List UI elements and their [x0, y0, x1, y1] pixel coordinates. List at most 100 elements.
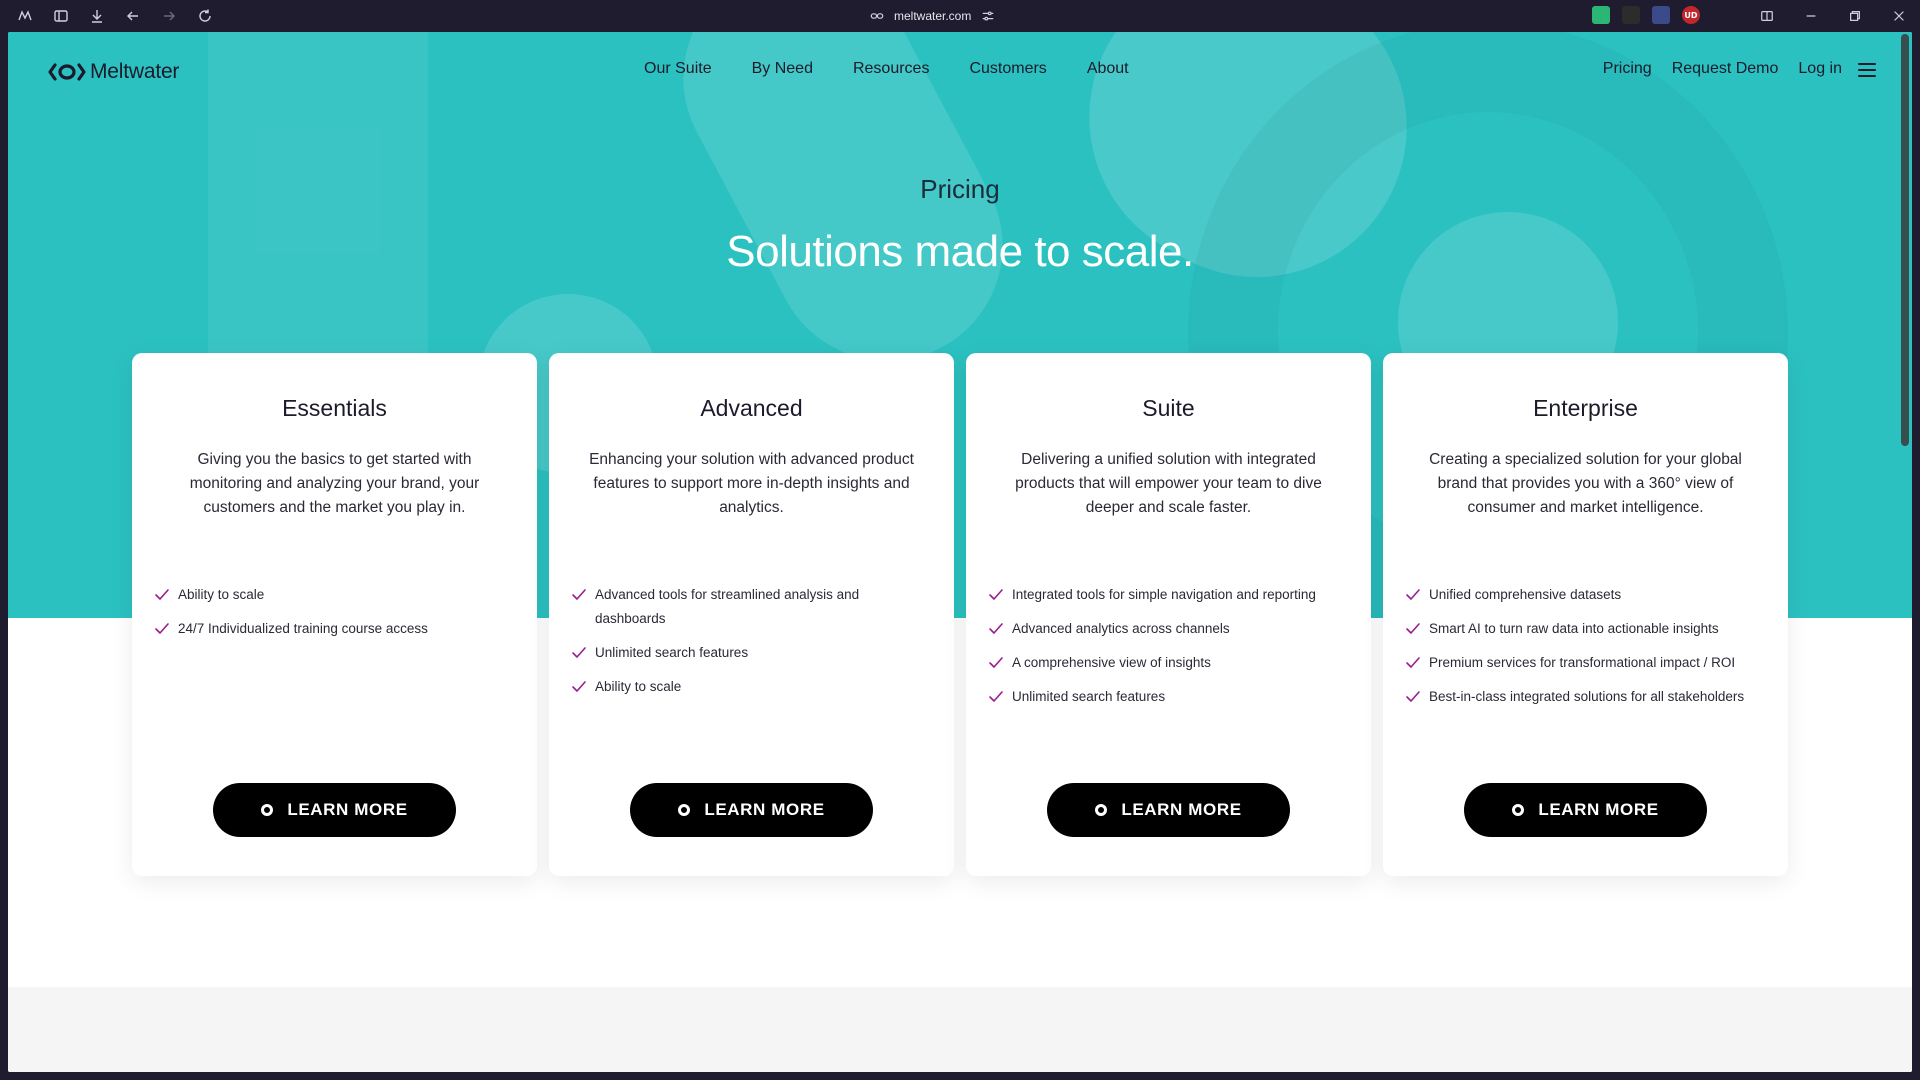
plan-title: Essentials: [282, 395, 387, 421]
feature-text: Smart AI to turn raw data into actionabl…: [1429, 621, 1719, 636]
feature-text: Premium services for transformational im…: [1429, 655, 1736, 670]
circle-icon: [1095, 804, 1108, 816]
utility-nav: Pricing Request Demo Log in: [1603, 60, 1842, 78]
feature-list: Advanced tools for streamlined analysis …: [571, 583, 924, 709]
sidebar-toggle-icon[interactable]: [50, 5, 72, 27]
hero-decoration: [642, 32, 1044, 402]
checkmark-icon: [155, 589, 169, 600]
feature-list: Ability to scale 24/7 Individualized trai…: [154, 583, 507, 651]
feature-item: Unlimited search features: [988, 685, 1341, 709]
footer-strip: [8, 987, 1912, 1072]
feature-item: Ability to scale: [571, 675, 924, 699]
mail-extension-icon[interactable]: [1592, 6, 1610, 24]
hamburger-menu-icon[interactable]: [1858, 63, 1876, 77]
feature-text: Integrated tools for simple navigation a…: [1012, 587, 1316, 602]
checkmark-icon: [989, 657, 1003, 668]
page-eyebrow: Pricing: [920, 174, 1000, 204]
checkmark-icon: [1406, 657, 1420, 668]
restore-icon[interactable]: [1844, 5, 1866, 27]
nav-our-suite[interactable]: Our Suite: [644, 60, 712, 78]
nav-about[interactable]: About: [1087, 60, 1129, 78]
feature-item: Ability to scale: [154, 583, 507, 607]
reload-icon[interactable]: [194, 5, 216, 27]
feature-item: Advanced tools for streamlined analysis …: [571, 583, 924, 631]
spy-extension-icon[interactable]: [1652, 6, 1670, 24]
feature-item: 24/7 Individualized training course acce…: [154, 617, 507, 641]
site-settings-icon[interactable]: [981, 9, 995, 23]
plan-card-suite: Suite Delivering a unified solution with…: [966, 353, 1371, 876]
extensions-bar: UD: [1592, 6, 1700, 24]
close-icon[interactable]: [1888, 5, 1910, 27]
learn-more-button[interactable]: LEARN MORE: [213, 783, 456, 837]
back-arrow-icon[interactable]: [122, 5, 144, 27]
nav-customers[interactable]: Customers: [969, 60, 1046, 78]
feature-item: Premium services for transformational im…: [1405, 651, 1758, 675]
feature-item: Unlimited search features: [571, 641, 924, 665]
nav-pricing[interactable]: Pricing: [1603, 60, 1652, 78]
feature-text: Ability to scale: [178, 587, 265, 602]
feature-text: Unified comprehensive datasets: [1429, 587, 1622, 602]
feature-text: Best-in-class integrated solutions for a…: [1429, 689, 1745, 704]
plan-card-advanced: Advanced Enhancing your solution with ad…: [549, 353, 954, 876]
ublock-icon[interactable]: UD: [1682, 6, 1700, 24]
checkmark-icon: [1406, 589, 1420, 600]
feature-item: Best-in-class integrated solutions for a…: [1405, 685, 1758, 709]
dark-extension-icon[interactable]: [1622, 6, 1640, 24]
plan-description: Creating a specialized solution for your…: [1429, 451, 1742, 516]
feature-item: Smart AI to turn raw data into actionabl…: [1405, 617, 1758, 641]
forward-arrow-icon[interactable]: [158, 5, 180, 27]
address-bar[interactable]: meltwater.com: [870, 6, 1030, 26]
feature-item: A comprehensive view of insights: [988, 651, 1341, 675]
plan-title: Suite: [1142, 395, 1195, 421]
feature-text: Advanced analytics across channels: [1012, 621, 1230, 636]
browser-toolbar: meltwater.com UD: [0, 0, 1920, 32]
minimize-icon[interactable]: [1800, 5, 1822, 27]
scrollbar-thumb[interactable]: [1901, 34, 1909, 446]
plan-card-enterprise: Enterprise Creating a specialized soluti…: [1383, 353, 1788, 876]
circle-icon: [261, 804, 274, 816]
logo-text: Meltwater: [90, 60, 180, 83]
checkmark-icon: [155, 623, 169, 634]
page-title: Solutions made to scale.: [726, 227, 1194, 276]
main-nav: Our Suite By Need Resources Customers Ab…: [644, 60, 1129, 78]
page-viewport: Meltwater Our Suite By Need Resources Cu…: [8, 32, 1912, 1072]
checkmark-icon: [1406, 691, 1420, 702]
plan-description: Delivering a unified solution with integ…: [1015, 451, 1322, 516]
checkmark-icon: [572, 647, 586, 658]
url-text[interactable]: meltwater.com: [894, 9, 971, 23]
learn-more-button[interactable]: LEARN MORE: [1464, 783, 1707, 837]
button-label: LEARN MORE: [704, 800, 825, 819]
feature-item: Integrated tools for simple navigation a…: [988, 583, 1341, 607]
feature-text: Unlimited search features: [595, 645, 749, 660]
meltwater-logo[interactable]: Meltwater: [48, 60, 179, 84]
checkmark-icon: [989, 623, 1003, 634]
plan-card-essentials: Essentials Giving you the basics to get …: [132, 353, 537, 876]
feature-list: Unified comprehensive datasets Smart AI t…: [1405, 583, 1758, 719]
circle-icon: [1512, 804, 1525, 816]
page-scrollbar[interactable]: [1898, 32, 1912, 1072]
circle-icon: [678, 804, 691, 816]
checkmark-icon: [989, 691, 1003, 702]
meltwater-logo-icon: [48, 63, 86, 81]
feature-text: Ability to scale: [595, 679, 682, 694]
learn-more-button[interactable]: LEARN MORE: [630, 783, 873, 837]
download-icon[interactable]: [86, 5, 108, 27]
button-label: LEARN MORE: [287, 800, 408, 819]
nav-by-need[interactable]: By Need: [752, 60, 813, 78]
split-view-icon[interactable]: [1756, 5, 1778, 27]
browser-menu-icon[interactable]: [14, 5, 36, 27]
feature-text: A comprehensive view of insights: [1012, 655, 1211, 670]
plan-description: Enhancing your solution with advanced pr…: [589, 451, 914, 516]
button-label: LEARN MORE: [1538, 800, 1659, 819]
button-label: LEARN MORE: [1121, 800, 1242, 819]
plan-description: Giving you the basics to get started wit…: [189, 451, 480, 516]
link-icon: [870, 13, 884, 19]
plan-title: Advanced: [700, 395, 803, 421]
feature-text: Unlimited search features: [1012, 689, 1166, 704]
checkmark-icon: [989, 589, 1003, 600]
nav-log-in[interactable]: Log in: [1798, 60, 1842, 78]
nav-request-demo[interactable]: Request Demo: [1672, 60, 1779, 78]
learn-more-button[interactable]: LEARN MORE: [1047, 783, 1290, 837]
nav-resources[interactable]: Resources: [853, 60, 929, 78]
feature-text: Advanced tools for streamlined analysis …: [595, 587, 860, 626]
